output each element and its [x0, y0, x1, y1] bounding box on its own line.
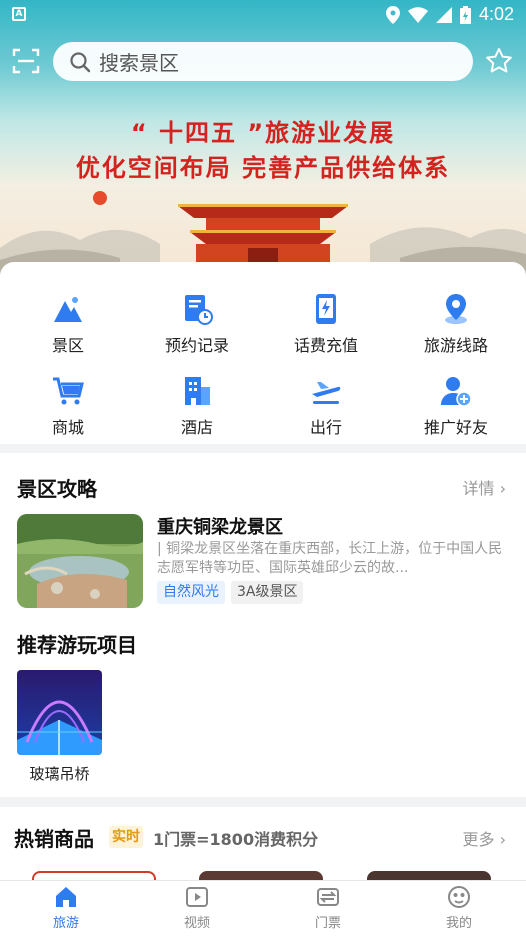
home-icon	[56, 887, 76, 907]
recommended-projects-title: 推荐游玩项目	[17, 633, 137, 657]
record-icon	[185, 295, 213, 325]
scenic-tag: 3A级景区	[231, 581, 304, 604]
project-name: 玻璃吊桥	[29, 765, 90, 783]
tab-label: 视频	[183, 916, 210, 931]
menu-item-phone-recharge[interactable]: 话费充值	[266, 292, 386, 362]
hotel-icon	[185, 377, 210, 405]
scan-icon[interactable]	[12, 47, 40, 75]
menu-item-invite-friends[interactable]: 推广好友	[396, 374, 516, 444]
menu-label: 景区	[51, 336, 84, 355]
menu-label: 商城	[51, 418, 84, 437]
notification-icon: A	[12, 7, 26, 21]
menu-label: 推广好友	[423, 418, 488, 437]
video-icon	[186, 887, 208, 907]
scenic-guide-section: 景区攻略 详情 › 重庆铜梁龙景区 | 铜梁龙景区坐落在重庆西部，长江上游，位于…	[0, 453, 526, 797]
realtime-badge: 实时	[109, 826, 143, 848]
hot-goods-section: 热销商品 实时 1门票=1800消费积分 更多 ›	[0, 807, 526, 887]
scenic-tag: 自然风光	[157, 581, 225, 604]
search-input[interactable]: 搜索景区	[53, 42, 473, 81]
menu-label: 旅游线路	[423, 336, 488, 355]
menu-item-booking-records[interactable]: 预约记录	[137, 292, 257, 362]
location-status-icon	[385, 5, 400, 24]
scenic-name: 重庆铜梁龙景区	[157, 517, 283, 538]
tab-travel[interactable]: 旅游	[16, 885, 116, 931]
tab-video[interactable]: 视频	[147, 885, 247, 931]
battery-icon	[459, 5, 471, 24]
add-friend-icon	[441, 377, 472, 407]
hero-banner: A 4:02 搜索景区 “ 十四五 ”旅游业发展 优化空间布局 完善产品供给体系	[0, 0, 526, 300]
tab-label: 我的	[445, 916, 472, 931]
mountain-icon	[54, 297, 82, 322]
tab-profile[interactable]: 我的	[409, 885, 509, 931]
search-placeholder: 搜索景区	[99, 51, 179, 75]
quick-menu: 景区 预约记录 话费充值 旅游线路 商城 酒店 出行 推广好友	[0, 262, 526, 444]
menu-label: 酒店	[180, 418, 213, 437]
menu-item-mall[interactable]: 商城	[8, 374, 128, 444]
detail-link[interactable]: 详情 ›	[463, 475, 507, 499]
more-link[interactable]: 更多 ›	[463, 826, 507, 850]
menu-label: 预约记录	[164, 336, 229, 355]
profile-icon	[448, 886, 470, 908]
ticket-icon	[317, 888, 339, 906]
wifi-icon	[407, 6, 428, 23]
menu-item-travel-routes[interactable]: 旅游线路	[396, 292, 516, 362]
phone-charge-icon	[316, 294, 336, 324]
status-bar: A 4:02	[0, 0, 526, 30]
menu-item-travel[interactable]: 出行	[266, 374, 386, 444]
plane-icon	[312, 382, 341, 404]
bottom-tab-bar: 旅游 视频 门票 我的	[0, 880, 526, 936]
scenic-photo	[17, 514, 143, 608]
menu-item-hotel[interactable]: 酒店	[137, 374, 257, 444]
tab-label: 旅游	[52, 916, 79, 931]
favorite-star-icon[interactable]	[485, 47, 513, 75]
tab-tickets[interactable]: 门票	[278, 885, 378, 931]
scenic-description: | 铜梁龙景区坐落在重庆西部，长江上游，位于中国人民志愿军特等功臣、国际英雄邱少…	[157, 541, 503, 576]
section-title: 景区攻略	[17, 477, 97, 501]
status-time: 4:02	[478, 4, 514, 24]
hot-goods-title: 热销商品	[14, 827, 94, 851]
signal-icon	[435, 6, 452, 23]
project-photo	[17, 670, 102, 755]
search-icon	[70, 51, 91, 72]
cart-icon	[53, 377, 84, 405]
banner-headline: “ 十四五 ”旅游业发展	[130, 119, 396, 147]
menu-item-scenic[interactable]: 景区	[8, 292, 128, 362]
points-note: 1门票=1800消费积分	[153, 830, 319, 849]
location-icon	[445, 294, 467, 324]
menu-label: 出行	[309, 418, 342, 437]
menu-label: 话费充值	[293, 336, 358, 355]
tab-label: 门票	[314, 916, 341, 931]
